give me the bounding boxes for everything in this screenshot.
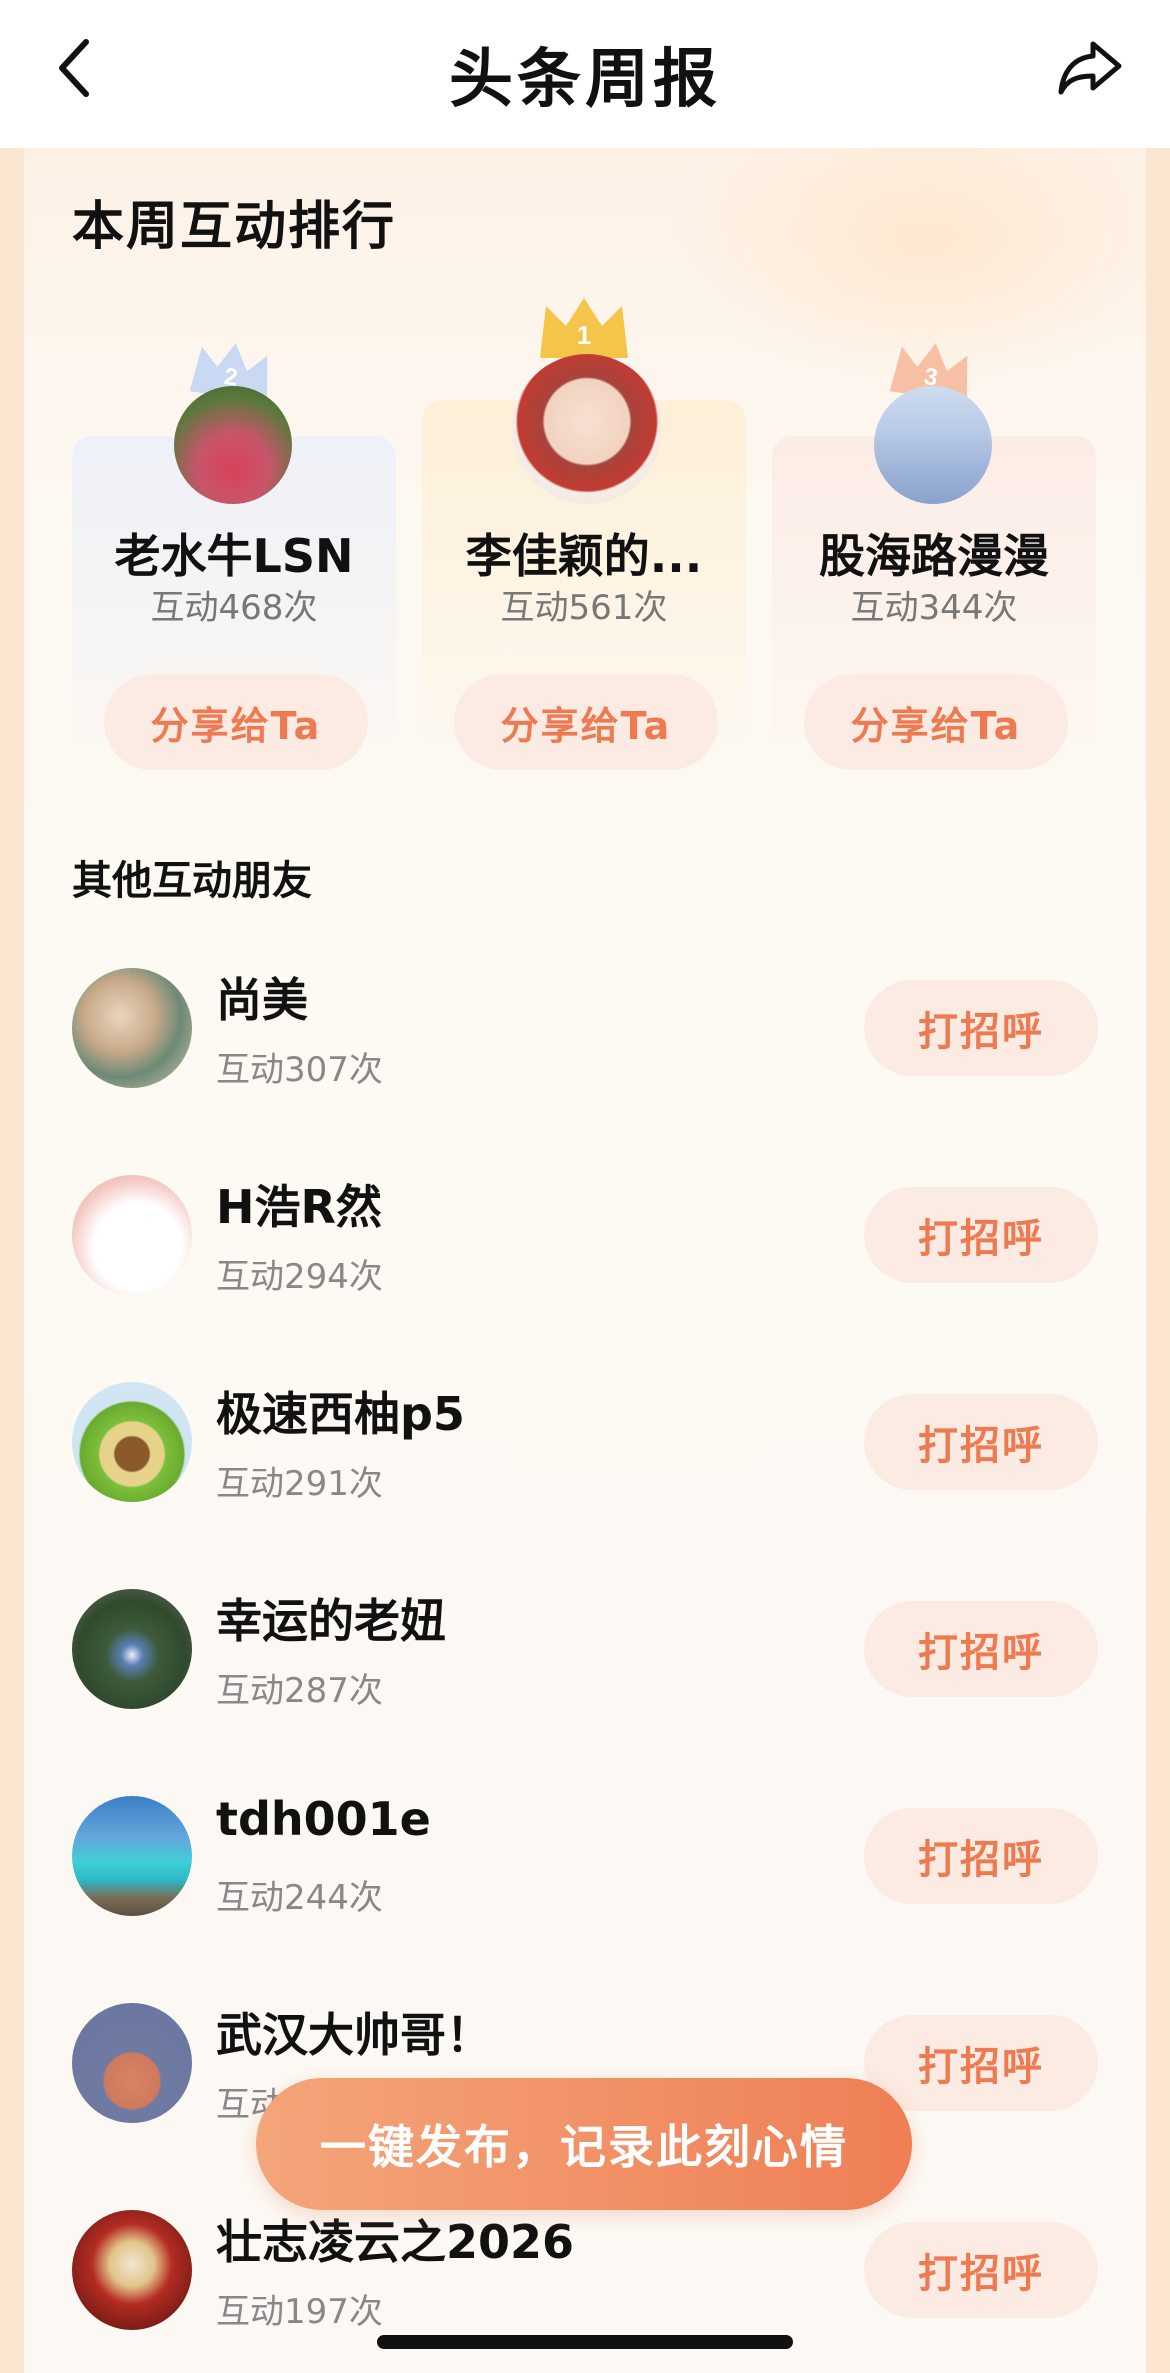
friend-name: tdh001e bbox=[216, 1792, 431, 1846]
podium-name: 李佳颖的... bbox=[465, 529, 703, 583]
avatar[interactable] bbox=[72, 1175, 192, 1295]
interaction-count: 互动291次 bbox=[216, 1464, 383, 1504]
avatar[interactable] bbox=[72, 1382, 192, 1502]
report-card: 本周互动排行 2 老水牛LSN 互动468次 分享给Ta 1 李佳颖的... 互… bbox=[24, 148, 1146, 2373]
interaction-count: 互动287次 bbox=[216, 1671, 383, 1711]
avatar[interactable] bbox=[174, 386, 292, 504]
avatar[interactable] bbox=[72, 968, 192, 1088]
weekly-report-page: 头条周报 本周互动排行 2 老水牛LSN 互动468次 分享给Ta 1 李佳颖的… bbox=[0, 0, 1170, 2373]
friend-name: 壮志凌云之2026 bbox=[216, 2215, 575, 2269]
friend-name: 尚美 bbox=[216, 973, 308, 1027]
podium-count: 互动344次 bbox=[850, 588, 1018, 628]
friend-name: 武汉大帅哥！ bbox=[216, 2008, 492, 2062]
list-item[interactable]: tdh001e 互动244次 打招呼 bbox=[24, 1784, 1146, 1991]
page-title: 头条周报 bbox=[449, 43, 721, 117]
gold-crown-icon: 1 bbox=[536, 296, 632, 360]
avatar[interactable] bbox=[72, 2210, 192, 2330]
ranking-title: 本周互动排行 bbox=[72, 197, 397, 257]
share-to-ta-button[interactable]: 分享给Ta bbox=[454, 674, 718, 770]
avatar[interactable] bbox=[72, 1796, 192, 1916]
chevron-left-icon bbox=[59, 39, 89, 97]
list-item[interactable]: H浩R然 互动294次 打招呼 bbox=[24, 1163, 1146, 1370]
say-hi-button[interactable]: 打招呼 bbox=[864, 2222, 1098, 2318]
avatar[interactable] bbox=[512, 354, 662, 504]
share-to-ta-button[interactable]: 分享给Ta bbox=[104, 674, 368, 770]
share-arrow-icon bbox=[1058, 41, 1122, 95]
say-hi-button[interactable]: 打招呼 bbox=[864, 980, 1098, 1076]
interaction-count: 互动197次 bbox=[216, 2292, 383, 2332]
interaction-count: 互动307次 bbox=[216, 1050, 383, 1090]
podium-name: 老水牛LSN bbox=[114, 529, 354, 583]
interaction-count: 互动244次 bbox=[216, 1878, 383, 1918]
list-item[interactable]: 极速西柚p5 互动291次 打招呼 bbox=[24, 1370, 1146, 1577]
avatar[interactable] bbox=[874, 386, 992, 504]
top-nav-bar: 头条周报 bbox=[0, 0, 1170, 148]
say-hi-button[interactable]: 打招呼 bbox=[864, 1601, 1098, 1697]
say-hi-button[interactable]: 打招呼 bbox=[864, 2015, 1098, 2111]
svg-text:1: 1 bbox=[577, 320, 591, 350]
podium-count: 互动561次 bbox=[500, 588, 668, 628]
say-hi-button[interactable]: 打招呼 bbox=[864, 1394, 1098, 1490]
avatar[interactable] bbox=[72, 2003, 192, 2123]
say-hi-button[interactable]: 打招呼 bbox=[864, 1187, 1098, 1283]
podium-count: 互动468次 bbox=[150, 588, 318, 628]
say-hi-button[interactable]: 打招呼 bbox=[864, 1808, 1098, 1904]
friend-name: 幸运的老妞 bbox=[216, 1594, 446, 1648]
others-title: 其他互动朋友 bbox=[72, 858, 312, 904]
podium-name: 股海路漫漫 bbox=[819, 529, 1049, 583]
back-button[interactable] bbox=[44, 28, 104, 108]
home-indicator bbox=[377, 2335, 793, 2349]
share-to-ta-button[interactable]: 分享给Ta bbox=[804, 674, 1068, 770]
share-button[interactable] bbox=[1050, 28, 1130, 108]
list-item[interactable]: 尚美 互动307次 打招呼 bbox=[24, 956, 1146, 1163]
list-item[interactable]: 幸运的老妞 互动287次 打招呼 bbox=[24, 1577, 1146, 1784]
avatar[interactable] bbox=[72, 1589, 192, 1709]
interaction-count: 互动294次 bbox=[216, 1257, 383, 1297]
friend-name: 极速西柚p5 bbox=[216, 1387, 465, 1441]
publish-mood-button[interactable]: 一键发布，记录此刻心情 bbox=[256, 2078, 912, 2210]
friend-name: H浩R然 bbox=[216, 1180, 382, 1234]
